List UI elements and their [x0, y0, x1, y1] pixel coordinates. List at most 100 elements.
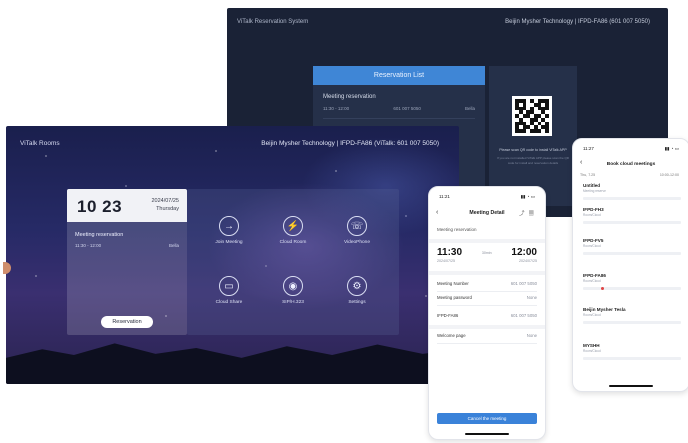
item-sub: Room/Cloud	[583, 279, 601, 283]
list-item[interactable]: Untitled Meeting reserve	[583, 183, 683, 193]
join-meeting-button[interactable]: → Join Meeting	[199, 216, 259, 245]
row-label: IFPD-FA86	[437, 313, 459, 318]
status-icons: ▮▮ ◔ ▭	[664, 146, 679, 151]
item-name: Beijin Mysher Tesla	[583, 307, 626, 312]
reservation-row[interactable]: 11:30 - 12:00 Bella	[75, 243, 179, 248]
clock-time: 10 23	[77, 197, 123, 216]
row-value: 601 007 5050	[510, 313, 537, 318]
meeting-subject: Meeting reservation	[437, 227, 477, 232]
start-time: 11:30	[437, 247, 463, 258]
divider	[437, 305, 537, 306]
list-item[interactable]: MYSHH Room/Cloud	[583, 343, 683, 353]
item-name: IFPD-FV5	[583, 238, 604, 243]
sip-icon: ◉	[283, 276, 303, 296]
status-bar: 11:21 ▮▮ ◔ ▭	[439, 194, 535, 200]
phone-meeting-detail: 11:21 ▮▮ ◔ ▭ ‹ Meeting Detail ⤴▦ Meeting…	[428, 186, 546, 440]
end-time: 12:00	[511, 247, 537, 258]
item-sub: Room/Cloud	[583, 313, 601, 317]
status-time: 11:27	[583, 146, 594, 151]
divider	[437, 343, 537, 344]
availability-bar	[583, 357, 681, 360]
availability-bar	[583, 252, 681, 255]
end-time-block: 12:00 2024/07/25	[511, 247, 537, 263]
status-time: 11:21	[439, 194, 450, 199]
date-text: 2024/07/25	[151, 198, 179, 204]
videophone-button[interactable]: ☏ VideoPhone	[327, 216, 387, 245]
device-info: Beijin Mysher Technology | IFPD-FA86 (60…	[505, 19, 650, 25]
clock-date: 2024/07/25 Thursday	[151, 197, 179, 213]
item-name: Untitled	[583, 183, 601, 188]
date-selector[interactable]: Thu, 7.25 10:00-12:00	[580, 173, 679, 177]
row-value: None	[526, 333, 537, 338]
reservation-time: 11:30 - 12:00	[75, 243, 102, 248]
status-bar: 11:27 ▮▮ ◔ ▭	[583, 146, 679, 152]
qr-code-icon	[512, 96, 552, 136]
row-value: None	[526, 295, 537, 300]
availability-bar	[583, 287, 681, 290]
availability-bar	[583, 221, 681, 224]
gear-icon: ⚙	[347, 276, 367, 296]
qr-note: If you are not installed ViTalk APP plea…	[497, 156, 569, 165]
qr-panel: Please scan QR code to install ViTalk AP…	[489, 66, 577, 206]
row-value: 601 007 5050	[510, 281, 537, 286]
clock-card: 10 23 2024/07/25 Thursday Meeting reserv…	[67, 189, 187, 335]
app-title: ViTalk Reservation System	[237, 19, 309, 25]
reservation-title[interactable]: Meeting reservation	[323, 94, 376, 100]
cloud-share-button[interactable]: ▭ Cloud Share	[199, 276, 259, 305]
meeting-number-row: Meeting Number 601 007 5050	[437, 281, 537, 286]
lightning-icon: ⚡	[283, 216, 303, 236]
phone-book-meetings: 11:27 ▮▮ ◔ ▭ ‹ Book cloud meetings Thu, …	[572, 138, 688, 392]
room-row: IFPD-FA86 601 007 5050	[437, 313, 537, 318]
booked-marker	[601, 287, 604, 290]
weekday-text: Thursday	[156, 206, 179, 212]
list-item[interactable]: IFPD-FA86 Room/Cloud	[583, 273, 683, 283]
section-separator	[429, 271, 545, 275]
availability-bar	[583, 197, 681, 200]
start-date: 2024/07/25	[437, 259, 455, 263]
divider	[323, 118, 475, 119]
panel-title: Reservation List	[313, 66, 485, 85]
cloud-room-button[interactable]: ⚡ Cloud Room	[263, 216, 323, 245]
list-item[interactable]: IFPD-FV5 Room/Cloud	[583, 238, 683, 248]
availability-bar	[583, 321, 681, 324]
time-range: 10:00-12:00	[659, 173, 679, 177]
item-sub: Room/Cloud	[583, 244, 601, 248]
duration: 30min	[481, 251, 492, 255]
cancel-meeting-button[interactable]: Cancel the meeting	[437, 413, 537, 424]
item-sub: Room/Cloud	[583, 213, 601, 217]
item-name: MYSHH	[583, 343, 600, 348]
sip-button[interactable]: ◉ SIP/H.323	[263, 276, 323, 305]
nav-title: Book cloud meetings	[606, 161, 656, 167]
home-indicator	[465, 433, 509, 435]
reservation-user: Bella	[464, 106, 475, 111]
settings-button[interactable]: ⚙ Settings	[327, 276, 387, 305]
meeting-times: 11:30 2024/07/25 30min 12:00 2024/07/25	[437, 247, 537, 263]
screen-share-icon: ▭	[219, 276, 239, 296]
list-item[interactable]: IFPD-FH3 Room/Cloud	[583, 207, 683, 217]
arrow-right-icon: →	[219, 216, 239, 236]
date-text: Thu, 7.25	[580, 173, 596, 177]
reservation-button[interactable]: Reservation	[101, 316, 153, 328]
phone-icon: ☏	[347, 216, 367, 236]
function-label: Join Meeting	[215, 240, 243, 245]
list-item[interactable]: Beijin Mysher Tesla Room/Cloud	[583, 307, 683, 317]
reservation-user: Bella	[168, 243, 179, 248]
row-label: Meeting password	[437, 295, 472, 300]
item-name: IFPD-FA86	[583, 273, 606, 278]
reservation-title[interactable]: Meeting reservation	[75, 232, 123, 238]
row-label: Welcome page	[437, 333, 466, 338]
function-label: Cloud Room	[279, 240, 307, 245]
welcome-page-row[interactable]: Welcome page None	[437, 333, 537, 338]
item-sub: Meeting reserve	[583, 189, 606, 193]
function-label: VideoPhone	[343, 240, 371, 245]
reservation-row[interactable]: 11:30 - 12:00 601 007 5050 Bella	[323, 106, 475, 111]
function-label: SIP/H.323	[282, 300, 304, 305]
section-separator	[429, 325, 545, 329]
function-panel: → Join Meeting ⚡ Cloud Room ☏ VideoPhone…	[187, 189, 399, 335]
status-icons: ▮▮ ◔ ▭	[520, 194, 535, 199]
vitalk-rooms-screen: ViTalk Rooms Beijin Mysher Technology | …	[6, 126, 459, 384]
share-icon[interactable]: ⤴▦	[519, 209, 538, 217]
home-indicator	[609, 385, 653, 387]
meeting-password-row: Meeting password None	[437, 295, 537, 300]
device-info: Beijin Mysher Technology | IFPD-FA86 (Vi…	[261, 140, 439, 147]
